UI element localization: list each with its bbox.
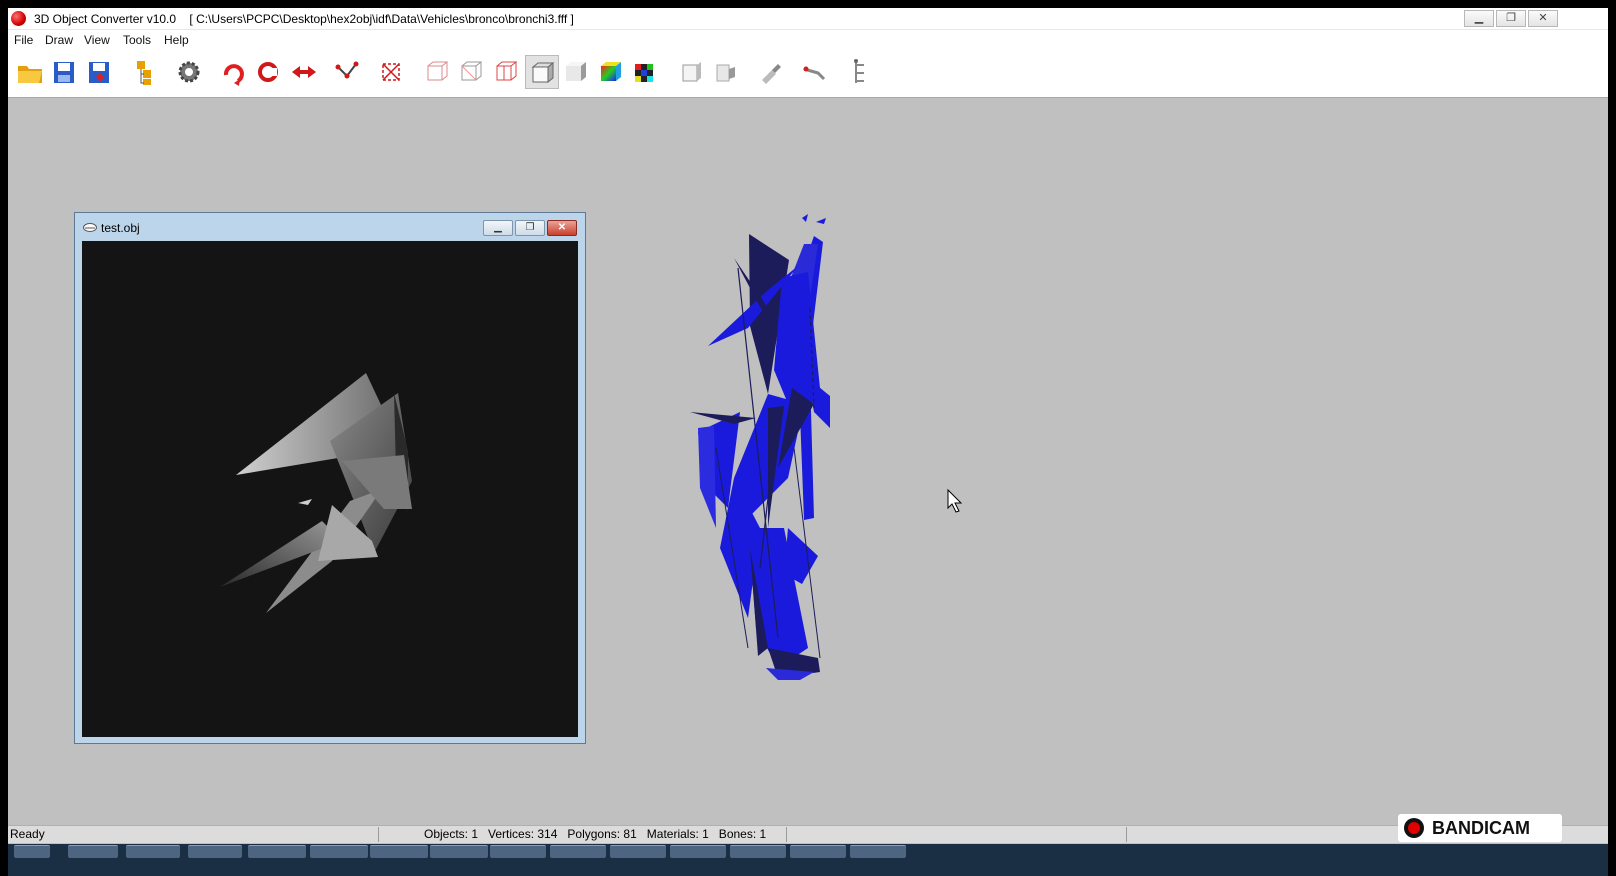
child-window-title: test.obj	[101, 221, 140, 235]
child-minimize-button[interactable]: ▁	[483, 220, 513, 236]
record-icon	[1404, 818, 1424, 838]
taskbar-item[interactable]	[248, 845, 306, 858]
vertex-icon[interactable]	[374, 55, 408, 89]
gray-mesh-model	[220, 373, 412, 613]
shaded-cube-icon[interactable]	[559, 55, 593, 89]
child-restore-button[interactable]: ❐	[515, 220, 545, 236]
child-window-icon	[83, 223, 97, 232]
wireframe-box-gray-icon[interactable]	[454, 55, 488, 89]
bone-icon[interactable]	[797, 55, 831, 89]
toolbar	[8, 50, 1608, 98]
status-ready: Ready	[10, 827, 45, 841]
menu-tools[interactable]: Tools	[123, 33, 151, 47]
open-folder-icon[interactable]	[13, 55, 47, 89]
solid-cube-icon[interactable]	[525, 55, 559, 89]
wireframe-box-icon[interactable]	[420, 55, 454, 89]
taskbar-item[interactable]	[68, 845, 118, 858]
hierarchy-icon[interactable]	[842, 55, 876, 89]
bandicam-watermark: BANDICAM	[1398, 814, 1562, 842]
taskbar-item[interactable]	[850, 845, 906, 858]
texture-cube-icon[interactable]	[628, 55, 662, 89]
edge-icon[interactable]	[330, 55, 364, 89]
taskbar-item[interactable]	[490, 845, 546, 858]
close-button[interactable]: ✕	[1528, 10, 1558, 27]
move-icon[interactable]	[286, 55, 320, 89]
taskbar-item[interactable]	[790, 845, 846, 858]
status-divider	[1126, 827, 1127, 842]
orbit-icon[interactable]	[251, 55, 285, 89]
wireframe-box-red-icon[interactable]	[489, 55, 523, 89]
status-bar: Ready Objects: 1 Vertices: 314 Polygons:…	[8, 825, 1608, 843]
rotate-icon[interactable]	[216, 55, 250, 89]
menu-help[interactable]: Help	[164, 33, 189, 47]
taskbar-item[interactable]	[730, 845, 786, 858]
taskbar-item[interactable]	[430, 845, 488, 858]
brush-icon[interactable]	[753, 55, 787, 89]
mouse-cursor-icon	[947, 488, 963, 513]
minimize-button[interactable]: ▁	[1464, 10, 1494, 27]
box-front-icon[interactable]	[674, 55, 708, 89]
status-divider	[786, 827, 787, 842]
taskbar-item[interactable]	[670, 845, 726, 858]
taskbar	[8, 844, 1608, 876]
save-as-icon[interactable]	[82, 55, 116, 89]
menu-file[interactable]: File	[14, 33, 33, 47]
title-bar: 3D Object Converter v10.0 [ C:\Users\PCP…	[8, 8, 1608, 29]
box-side-icon[interactable]	[708, 55, 742, 89]
window-title: 3D Object Converter v10.0 [ C:\Users\PCP…	[34, 12, 574, 26]
save-icon[interactable]	[47, 55, 81, 89]
status-model-stats: Objects: 1 Vertices: 314 Polygons: 81 Ma…	[424, 827, 767, 841]
child-window-test-obj[interactable]: test.obj ▁ ❐ ✕	[74, 212, 586, 744]
taskbar-item[interactable]	[610, 845, 666, 858]
object-tree-icon[interactable]	[128, 55, 162, 89]
taskbar-item[interactable]	[370, 845, 428, 858]
taskbar-item[interactable]	[188, 845, 242, 858]
menu-view[interactable]: View	[84, 33, 110, 47]
menu-bar: File Draw View Tools Help	[8, 29, 1608, 50]
bandicam-label: BANDICAM	[1432, 818, 1530, 838]
taskbar-item[interactable]	[126, 845, 180, 858]
start-button[interactable]	[14, 845, 50, 858]
color-cube-icon[interactable]	[594, 55, 628, 89]
taskbar-item[interactable]	[550, 845, 606, 858]
restore-button[interactable]: ❐	[1496, 10, 1526, 27]
blue-mesh-model	[690, 214, 830, 680]
app-logo-icon	[11, 11, 26, 26]
menu-draw[interactable]: Draw	[45, 33, 73, 47]
settings-gear-icon[interactable]	[172, 55, 206, 89]
application-window: 3D Object Converter v10.0 [ C:\Users\PCP…	[8, 8, 1608, 876]
status-divider	[378, 827, 379, 842]
child-close-button[interactable]: ✕	[547, 220, 577, 236]
taskbar-item[interactable]	[310, 845, 368, 858]
child-viewport[interactable]	[82, 241, 578, 737]
